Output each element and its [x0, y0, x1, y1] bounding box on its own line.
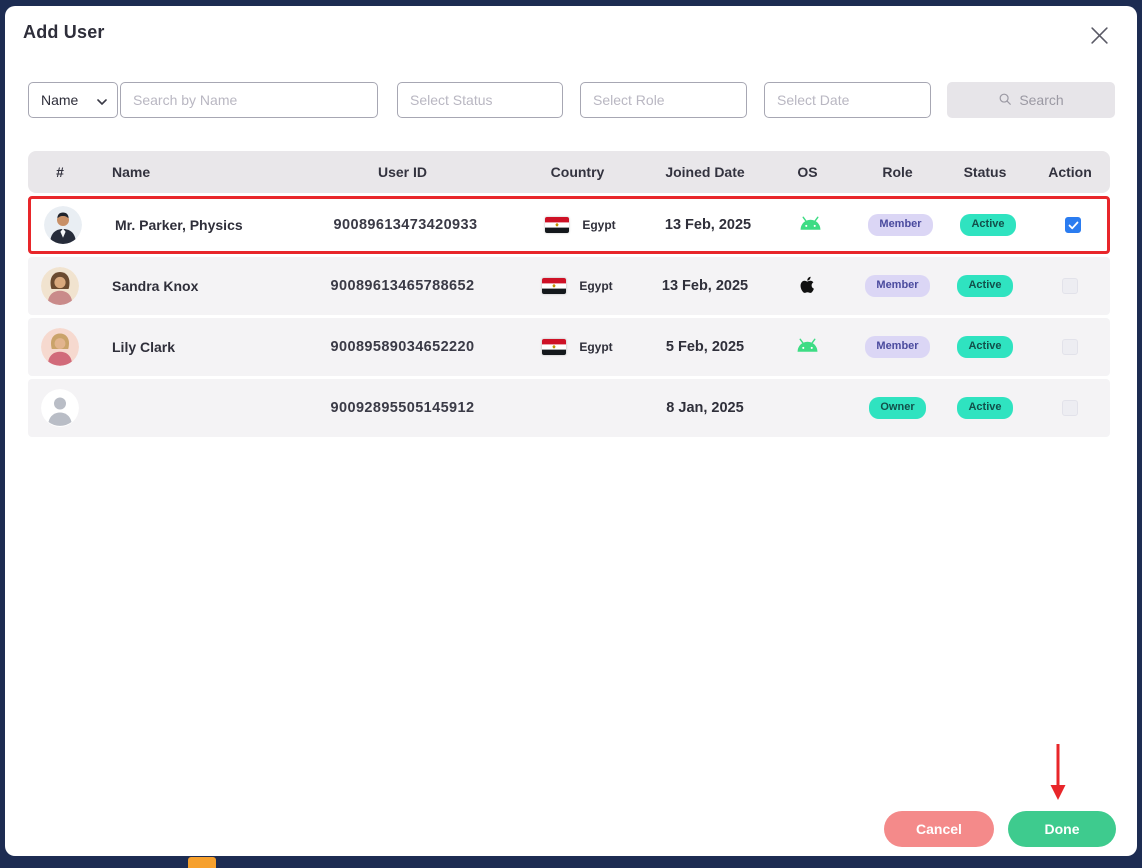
- header-status: Status: [963, 164, 1007, 180]
- table-row: Lily Clark 90089589034652220 Egypt 5 Feb…: [28, 318, 1110, 376]
- modal-header: Add User: [5, 6, 1137, 49]
- role-badge: Member: [865, 275, 930, 297]
- role-badge: Owner: [869, 397, 926, 419]
- user-id: 90092895505145912: [330, 400, 475, 416]
- row-checkbox[interactable]: [1062, 278, 1078, 294]
- field-select[interactable]: Name: [28, 82, 118, 118]
- header-role: Role: [882, 164, 913, 180]
- status-badge: Active: [960, 214, 1016, 236]
- status-badge: Active: [957, 397, 1013, 419]
- chevron-down-icon: [97, 92, 107, 108]
- country-label: Egypt: [582, 218, 616, 232]
- select-date-input[interactable]: [764, 82, 931, 118]
- done-button[interactable]: Done: [1008, 811, 1116, 847]
- select-role-input[interactable]: [580, 82, 747, 118]
- user-id: 90089589034652220: [330, 339, 475, 355]
- row-checkbox[interactable]: [1062, 400, 1078, 416]
- egypt-flag-icon: [542, 339, 567, 355]
- table-row: Sandra Knox 90089613465788652 Egypt 13 F…: [28, 257, 1110, 315]
- header-action: Action: [1048, 164, 1092, 180]
- joined-date: 13 Feb, 2025: [664, 217, 752, 233]
- android-icon: [799, 216, 822, 234]
- header-index: #: [56, 164, 64, 180]
- search-button-label: Search: [1019, 92, 1064, 108]
- red-arrow-annotation: [1047, 741, 1069, 806]
- search-name-input[interactable]: [120, 82, 378, 118]
- status-badge: Active: [957, 275, 1013, 297]
- cancel-button[interactable]: Cancel: [884, 811, 994, 847]
- joined-date: 13 Feb, 2025: [661, 278, 749, 294]
- modal-title: Add User: [23, 22, 105, 42]
- search-icon: [998, 92, 1012, 109]
- avatar: [44, 206, 82, 244]
- filter-bar: Name Search: [28, 82, 1137, 118]
- row-checkbox[interactable]: [1062, 339, 1078, 355]
- table-header-row: # Name User ID Country Joined Date OS Ro…: [28, 151, 1110, 193]
- user-name: Sandra Knox: [112, 278, 199, 294]
- header-name: Name: [112, 164, 151, 180]
- status-badge: Active: [957, 336, 1013, 358]
- country-label: Egypt: [579, 340, 613, 354]
- header-os: OS: [797, 164, 818, 180]
- table-row: 90092895505145912 8 Jan, 2025 Owner Acti…: [28, 379, 1110, 437]
- modal-footer: Cancel Done: [884, 811, 1116, 847]
- avatar: [41, 267, 79, 305]
- country-label: Egypt: [579, 279, 613, 293]
- user-name: Mr. Parker, Physics: [115, 217, 243, 233]
- user-id: 90089613465788652: [330, 278, 475, 294]
- user-name: Lily Clark: [112, 339, 176, 355]
- role-badge: Member: [865, 336, 930, 358]
- table-row: Mr. Parker, Physics 90089613473420933 Eg…: [28, 196, 1110, 254]
- user-id: 90089613473420933: [333, 217, 478, 233]
- close-button[interactable]: [1086, 22, 1113, 49]
- avatar-placeholder: [41, 389, 79, 427]
- role-badge: Member: [868, 214, 933, 236]
- close-icon: [1090, 27, 1109, 48]
- field-select-value: Name: [41, 92, 79, 108]
- select-status-input[interactable]: [397, 82, 563, 118]
- add-user-modal: Add User Name Search # Name Use: [5, 6, 1137, 856]
- android-icon: [796, 338, 819, 356]
- joined-date: 5 Feb, 2025: [665, 339, 745, 355]
- users-table: # Name User ID Country Joined Date OS Ro…: [28, 151, 1110, 437]
- apple-icon: [798, 274, 817, 299]
- row-checkbox[interactable]: [1065, 217, 1081, 233]
- egypt-flag-icon: [542, 278, 567, 294]
- header-user-id: User ID: [377, 164, 428, 180]
- header-joined-date: Joined Date: [665, 164, 745, 180]
- joined-date: 8 Jan, 2025: [666, 400, 744, 416]
- background-page-accent: [188, 857, 216, 868]
- egypt-flag-icon: [545, 217, 570, 233]
- avatar: [41, 328, 79, 366]
- header-country: Country: [550, 164, 605, 180]
- search-button[interactable]: Search: [947, 82, 1115, 118]
